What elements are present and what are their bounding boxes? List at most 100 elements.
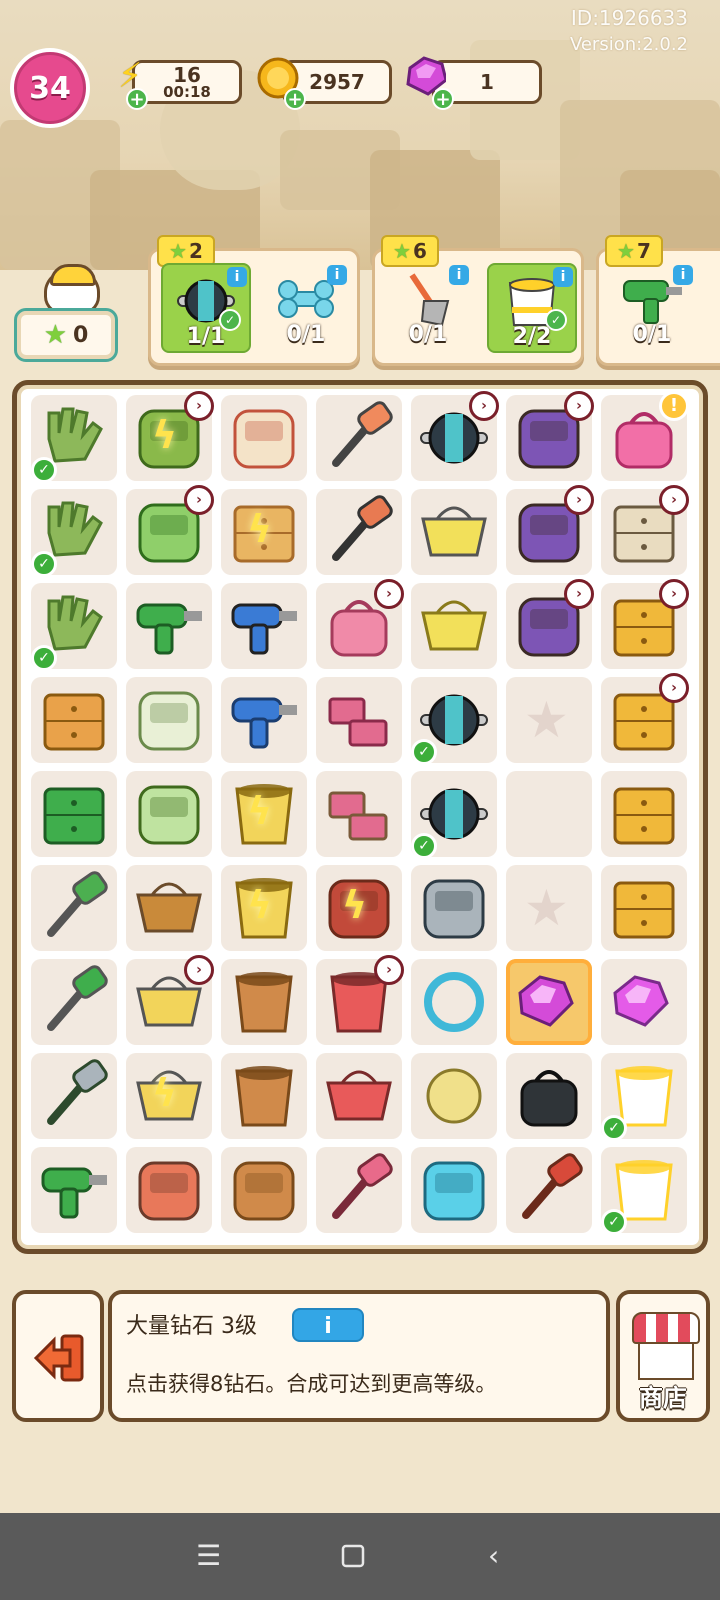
board-cell[interactable] <box>316 395 402 481</box>
pipe-wrench-icon[interactable] <box>35 1057 113 1135</box>
order-slot[interactable]: i 0/1 <box>385 263 471 349</box>
board-cell[interactable] <box>411 583 497 669</box>
order-card-3[interactable]: ★ 7 i 0/1 <box>596 235 720 366</box>
pliers-icon[interactable] <box>35 963 113 1041</box>
board-cell[interactable] <box>221 1053 307 1139</box>
info-icon[interactable]: i <box>327 265 347 285</box>
board-cell[interactable]: ✓ <box>601 1053 687 1141</box>
board-cell[interactable] <box>31 771 117 857</box>
board-cell[interactable]: › <box>601 673 689 763</box>
board-cell[interactable]: ★ <box>506 677 592 763</box>
board-cell[interactable] <box>221 959 307 1045</box>
helper-bird[interactable]: ★ 0 <box>14 264 118 366</box>
player-level-badge[interactable]: 34 <box>10 48 90 128</box>
board-cell[interactable]: ! <box>601 391 689 481</box>
clay-pot-icon[interactable] <box>225 1057 303 1135</box>
board-cell[interactable] <box>411 1053 497 1139</box>
item-info-button[interactable]: i <box>292 1308 364 1342</box>
hand-gripper-icon[interactable] <box>415 869 493 947</box>
board-cell[interactable]: ✓ <box>601 1147 687 1235</box>
gems-icon[interactable] <box>605 963 683 1041</box>
folded-box-icon[interactable] <box>605 869 683 947</box>
board-cell[interactable]: ✓ <box>31 395 117 483</box>
info-icon[interactable]: i <box>449 265 469 285</box>
board-cell[interactable] <box>601 959 687 1045</box>
clay-chunk-icon[interactable] <box>225 1151 303 1229</box>
board-cell[interactable]: › <box>506 391 594 481</box>
board-cell[interactable]: ϟ <box>221 865 307 951</box>
info-icon[interactable]: i <box>673 265 693 285</box>
megaphone-icon[interactable] <box>130 587 208 665</box>
board-cell[interactable] <box>126 865 212 951</box>
board-cell[interactable] <box>126 583 212 669</box>
small-drawer-icon[interactable] <box>605 775 683 853</box>
board-cell[interactable] <box>126 677 212 763</box>
power-drill-icon[interactable] <box>35 1151 113 1229</box>
board-cell[interactable] <box>221 1147 307 1233</box>
board-cell[interactable]: ϟ <box>126 1053 212 1139</box>
add-energy-button[interactable]: + <box>126 88 148 110</box>
board-cell[interactable] <box>31 1147 117 1233</box>
poster-icon[interactable] <box>130 775 208 853</box>
board-cell[interactable] <box>506 1147 592 1233</box>
board-cell[interactable]: › <box>506 579 594 669</box>
pink-bricks-icon[interactable] <box>320 681 398 759</box>
keys-icon[interactable] <box>510 1151 588 1229</box>
order-slot[interactable]: i ✓ 1/1 <box>161 263 251 353</box>
board-cell[interactable]: ✓ <box>31 489 117 577</box>
board-cell[interactable]: › <box>506 485 594 575</box>
board-cell[interactable] <box>221 583 307 669</box>
board-cell[interactable] <box>221 677 307 763</box>
back-icon[interactable]: ‹ <box>488 1539 499 1573</box>
board-cell[interactable]: ★ <box>506 865 592 951</box>
board-cell[interactable]: ϟ <box>221 489 307 575</box>
board-cell[interactable]: ✓ <box>411 677 497 765</box>
board-cell[interactable] <box>31 959 117 1045</box>
add-gems-button[interactable]: + <box>432 88 454 110</box>
tool-basket-icon[interactable] <box>320 1057 398 1135</box>
board-cell[interactable] <box>411 959 497 1045</box>
board-cell[interactable]: ✓ <box>411 771 497 859</box>
board-cell[interactable] <box>506 771 592 857</box>
board-cell[interactable] <box>316 1053 402 1139</box>
magazine-icon[interactable] <box>130 681 208 759</box>
black-bag-icon[interactable] <box>510 1057 588 1135</box>
utility-knife-icon[interactable] <box>320 493 398 571</box>
board-cell[interactable]: ϟ <box>316 865 402 951</box>
info-icon[interactable]: i <box>227 267 247 287</box>
order-card-2[interactable]: ★ 6 i 0/1 i ✓ 2/2 <box>372 235 584 366</box>
board-cell[interactable] <box>221 395 307 481</box>
board-cell[interactable] <box>506 1053 592 1139</box>
add-coins-button[interactable]: + <box>284 88 306 110</box>
dustpan-icon[interactable] <box>320 1151 398 1229</box>
rubber-mallet-icon[interactable] <box>320 399 398 477</box>
board-cell[interactable] <box>31 1053 117 1139</box>
home-icon[interactable] <box>340 1543 366 1577</box>
yarn-ball-icon[interactable] <box>415 1057 493 1135</box>
board-cell[interactable]: › <box>316 579 404 669</box>
board-cell[interactable] <box>411 1147 497 1233</box>
board-cell-selected[interactable] <box>506 959 592 1045</box>
info-icon[interactable]: i <box>553 267 573 287</box>
exit-button[interactable] <box>12 1290 104 1422</box>
board-cell[interactable]: › <box>316 955 404 1045</box>
board-cell[interactable]: › <box>126 485 214 575</box>
board-cell[interactable] <box>411 489 497 575</box>
board-cell[interactable] <box>316 677 402 763</box>
wicker-basket-icon[interactable] <box>130 869 208 947</box>
gem-pile-icon[interactable] <box>510 963 588 1041</box>
order-card-1[interactable]: ★ 2 i ✓ 1/1 i 0/1 <box>148 235 360 366</box>
hair-dryer-icon[interactable] <box>225 587 303 665</box>
board-cell[interactable] <box>601 771 687 857</box>
shop-button[interactable]: 商店 <box>616 1290 710 1422</box>
order-slot[interactable]: i 0/1 <box>609 263 695 349</box>
hacksaw-icon[interactable] <box>35 869 113 947</box>
board-cell[interactable] <box>126 771 212 857</box>
board-cell[interactable] <box>411 865 497 951</box>
board-cell[interactable]: › <box>601 579 689 669</box>
board-cell[interactable]: › <box>601 485 689 575</box>
blue-ribbon-icon[interactable] <box>415 1151 493 1229</box>
order-slot[interactable]: i ✓ 2/2 <box>487 263 577 353</box>
paint-can-icon[interactable] <box>225 399 303 477</box>
clay-roller-icon[interactable] <box>130 1151 208 1229</box>
